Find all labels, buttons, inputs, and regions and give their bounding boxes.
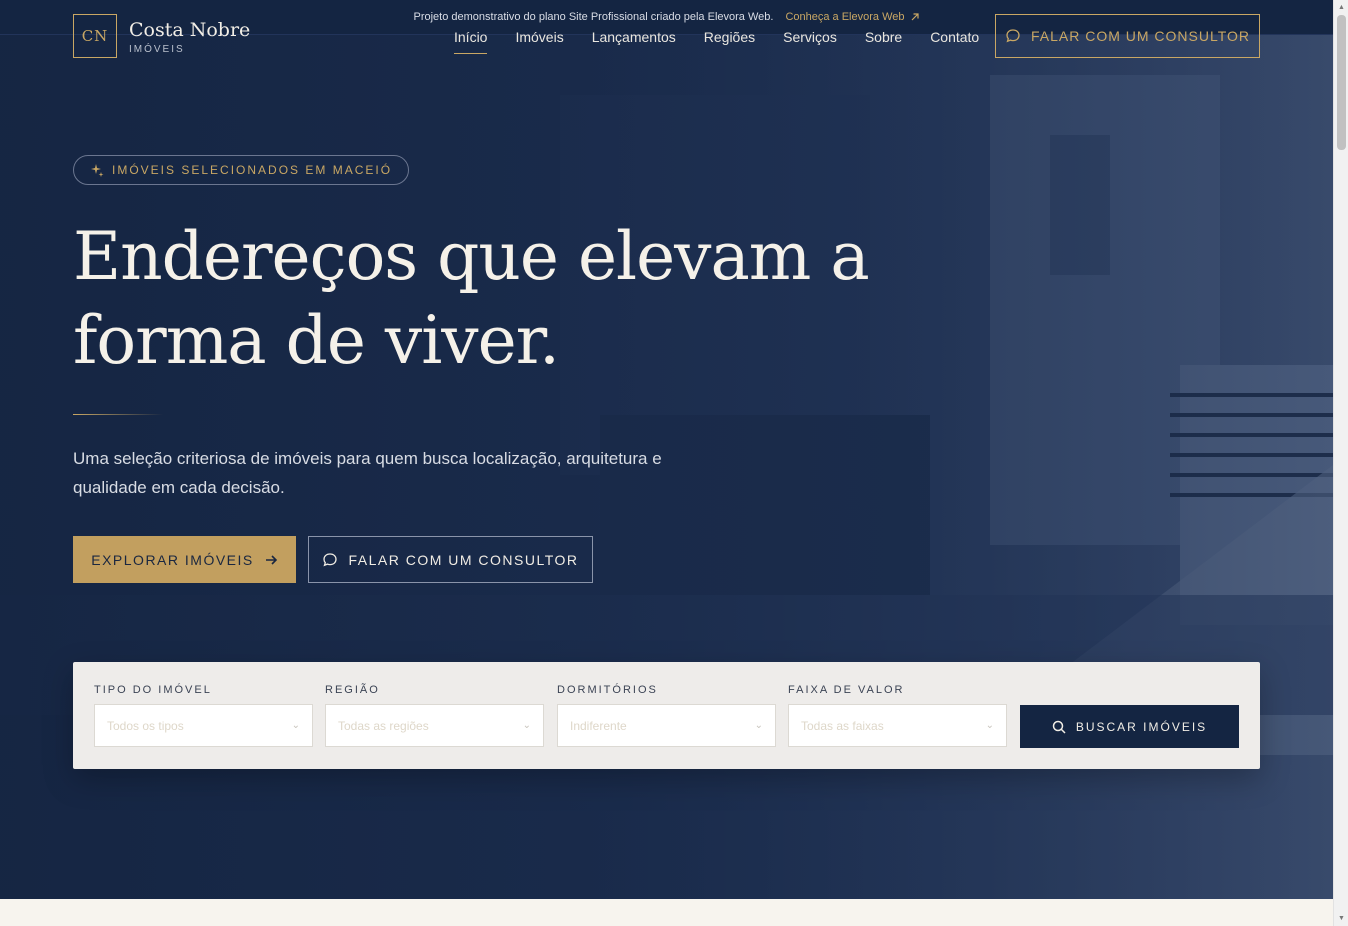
chevron-down-icon: ⌄	[985, 720, 994, 731]
hero-lead-text: Uma seleção criteriosa de imóveis para q…	[73, 449, 662, 497]
scroll-down-arrow-icon[interactable]: ▼	[1337, 914, 1346, 923]
price-range-select[interactable]: Todas as faixas ⌄	[788, 704, 1007, 747]
badge-label: IMÓVEIS SELECIONADOS EM MACEIÓ	[112, 163, 393, 177]
chat-bubble-icon	[1006, 29, 1020, 43]
search-properties-button[interactable]: BUSCAR IMÓVEIS	[1020, 705, 1239, 748]
bedrooms-label: DORMITÓRIOS	[557, 684, 658, 696]
next-section-strip	[0, 899, 1333, 926]
property-type-select[interactable]: Todos os tipos ⌄	[94, 704, 313, 747]
region-field: REGIÃO Todas as regiões ⌄	[325, 684, 544, 747]
property-type-value: Todos os tipos	[107, 718, 184, 733]
explore-properties-button[interactable]: EXPLORAR IMÓVEIS	[73, 536, 296, 583]
location-badge: IMÓVEIS SELECIONADOS EM MACEIÓ	[73, 155, 410, 185]
scroll-up-arrow-icon[interactable]: ▲	[1337, 3, 1346, 12]
property-type-field: TIPO DO IMÓVEL Todos os tipos ⌄	[94, 684, 313, 747]
logo-subtitle: IMÓVEIS	[129, 44, 185, 55]
chevron-down-icon: ⌄	[522, 720, 531, 731]
sparkle-icon	[91, 164, 104, 177]
elevora-link-label: Conheça a Elevora Web	[785, 11, 905, 23]
consultant-button-label: FALAR COM UM CONSULTOR	[348, 551, 579, 568]
search-button-label: BUSCAR IMÓVEIS	[1075, 719, 1208, 734]
arrow-up-right-icon	[911, 13, 919, 21]
header-consultant-button[interactable]: FALAR COM UM CONSULTOR	[995, 14, 1260, 58]
logo-mark[interactable]: CN	[73, 14, 117, 58]
nav-item-servicos[interactable]: Serviços	[783, 29, 837, 45]
nav-item-contato[interactable]: Contato	[930, 29, 979, 45]
chevron-down-icon: ⌄	[291, 720, 300, 731]
nav-item-lancamentos[interactable]: Lançamentos	[592, 29, 676, 45]
nav-item-sobre[interactable]: Sobre	[865, 29, 902, 45]
chevron-down-icon: ⌄	[754, 720, 763, 731]
main-nav: Início Imóveis Lançamentos Regiões Servi…	[454, 29, 979, 54]
elevora-link[interactable]: Conheça a Elevora Web	[785, 11, 919, 23]
talk-to-consultant-button[interactable]: FALAR COM UM CONSULTOR	[308, 536, 593, 583]
region-value: Todas as regiões	[338, 718, 429, 733]
price-range-value: Todas as faixas	[801, 718, 884, 733]
logo-name[interactable]: Costa Nobre	[129, 19, 250, 41]
decorative-divider	[73, 414, 163, 415]
price-range-field: FAIXA DE VALOR Todas as faixas ⌄	[788, 684, 1007, 747]
search-icon	[1052, 720, 1066, 734]
announcement-text: Projeto demonstrativo do plano Site Prof…	[413, 11, 774, 23]
property-type-label: TIPO DO IMÓVEL	[94, 684, 212, 696]
nav-item-inicio[interactable]: Início	[454, 29, 488, 54]
bedrooms-select[interactable]: Indiferente ⌄	[557, 704, 776, 747]
headline-line-1: Endereços que elevam a	[73, 218, 870, 295]
page-scrollbar[interactable]: ▲ ▼	[1333, 0, 1348, 926]
header-cta-label: FALAR COM UM CONSULTOR	[1030, 28, 1251, 44]
bedrooms-value: Indiferente	[570, 718, 627, 733]
arrow-right-icon	[265, 554, 277, 565]
nav-item-imoveis[interactable]: Imóveis	[515, 29, 563, 45]
explore-button-label: EXPLORAR IMÓVEIS	[91, 551, 254, 568]
scrollbar-thumb[interactable]	[1337, 15, 1346, 150]
region-label: REGIÃO	[325, 684, 380, 696]
bedrooms-field: DORMITÓRIOS Indiferente ⌄	[557, 684, 776, 747]
chat-bubble-icon	[323, 552, 338, 566]
headline-line-2: forma de viver.	[73, 302, 560, 379]
property-search-panel: TIPO DO IMÓVEL Todos os tipos ⌄ REGIÃO T…	[73, 662, 1260, 769]
region-select[interactable]: Todas as regiões ⌄	[325, 704, 544, 747]
price-range-label: FAIXA DE VALOR	[788, 684, 905, 696]
nav-item-regioes[interactable]: Regiões	[704, 29, 755, 45]
hero-headline: Endereços que elevam a forma de viver.	[73, 215, 873, 383]
